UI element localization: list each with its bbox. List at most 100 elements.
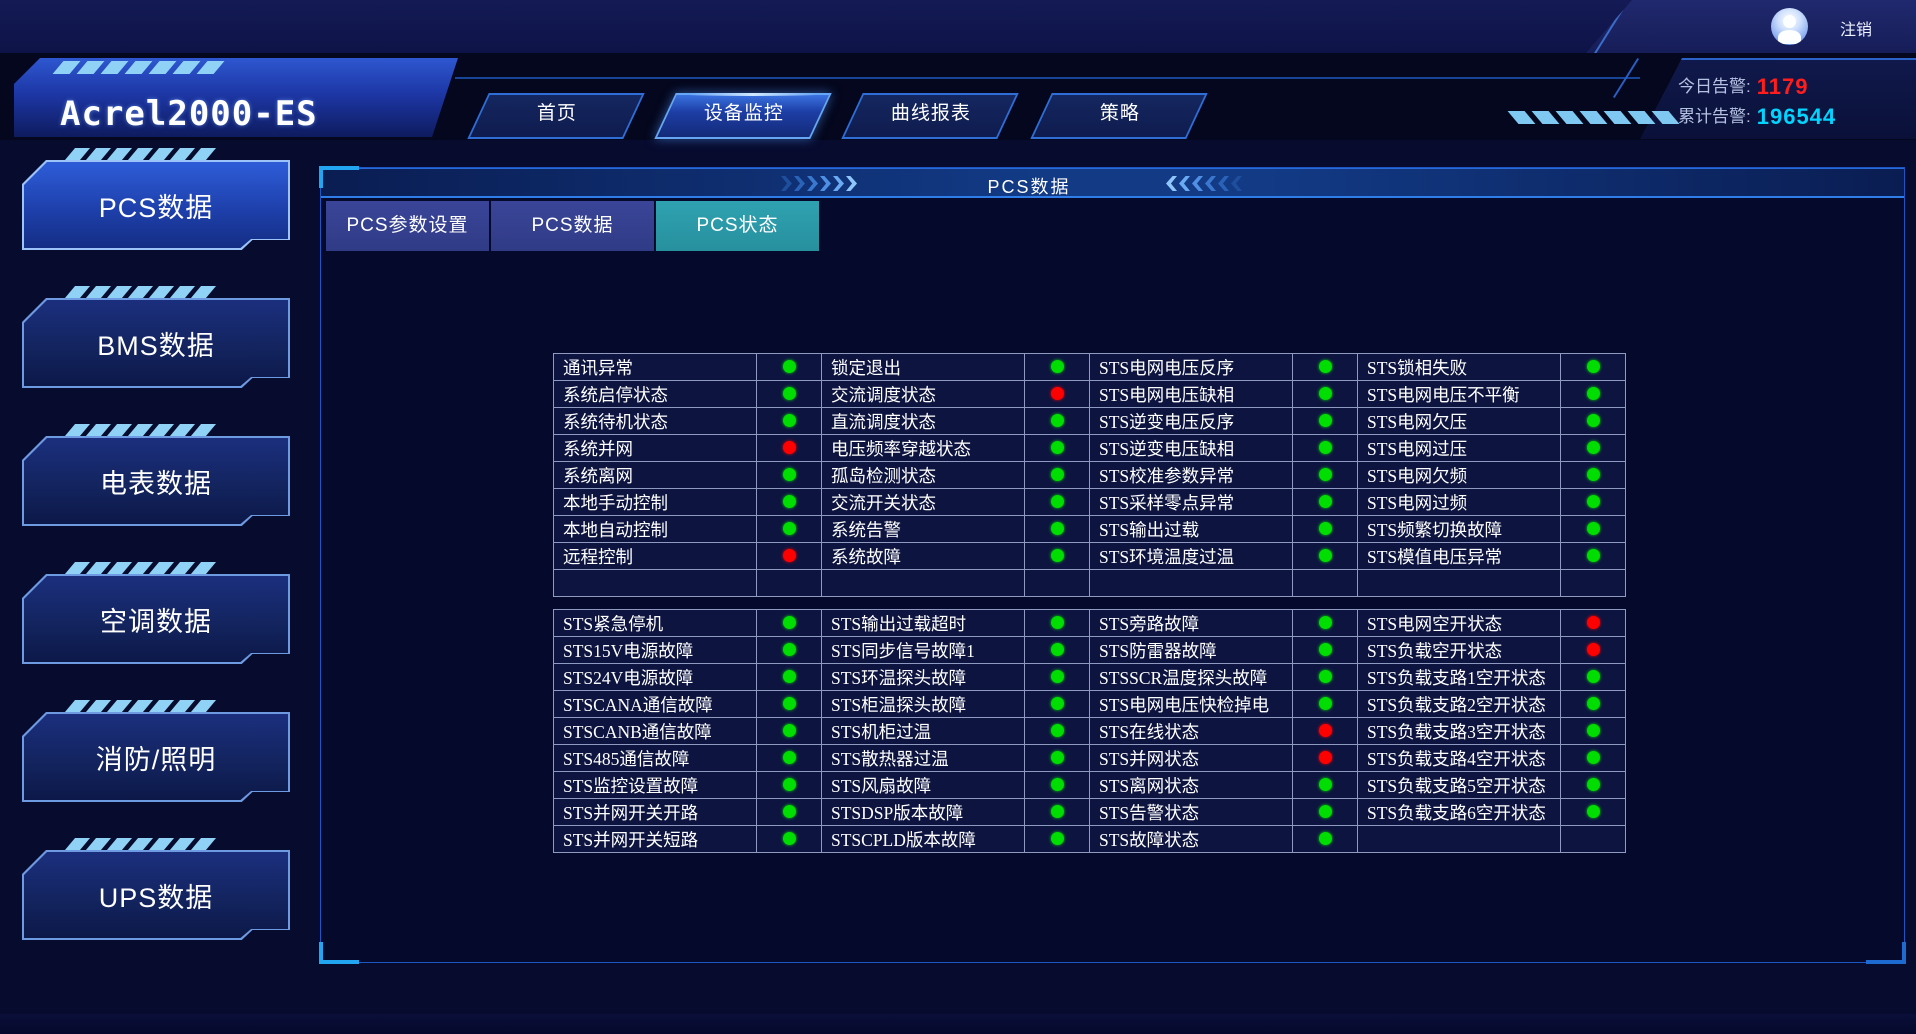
status-label-cell — [554, 570, 757, 597]
status-dot-cell — [1025, 489, 1090, 516]
status-dot-green — [1319, 468, 1332, 481]
status-label-cell: STSSCR温度探头故障 — [1090, 664, 1293, 691]
sidebar-button[interactable]: 电表数据 — [22, 436, 290, 526]
status-dot-cell — [1561, 826, 1626, 853]
sidebar-button[interactable]: PCS数据 — [22, 160, 290, 250]
status-dot-cell — [1561, 772, 1626, 799]
status-label-cell: STS在线状态 — [1090, 718, 1293, 745]
status-label-cell: STS并网开关开路 — [554, 799, 757, 826]
status-dot-red — [1051, 387, 1064, 400]
table-row: STSCANB通信故障STS机柜过温STS在线状态STS负载支路3空开状态 — [554, 718, 1626, 745]
nav-tab-2[interactable]: 设备监控 — [654, 93, 831, 139]
status-dot-cell — [757, 489, 822, 516]
status-dot-cell — [1025, 718, 1090, 745]
table-row: STS15V电源故障STS同步信号故障1STS防雷器故障STS负载空开状态 — [554, 637, 1626, 664]
status-label-cell: STS锁相失败 — [1358, 354, 1561, 381]
status-dot-green — [783, 778, 796, 791]
panel-tab-1[interactable]: PCS参数设置 — [326, 201, 489, 251]
hazard-stripes-sidebar — [70, 148, 211, 160]
table-row — [554, 570, 1626, 597]
status-label-cell: STS紧急停机 — [554, 610, 757, 637]
status-label-cell: STS并网开关短路 — [554, 826, 757, 853]
status-dot-green — [1051, 670, 1064, 683]
status-dot-green — [783, 616, 796, 629]
panel-tab-3[interactable]: PCS状态 — [656, 201, 819, 251]
panel-tab-2[interactable]: PCS数据 — [491, 201, 654, 251]
status-dot-green — [1587, 387, 1600, 400]
status-dot-cell — [757, 354, 822, 381]
sidebar-button[interactable]: BMS数据 — [22, 298, 290, 388]
hazard-stripes-sidebar — [70, 286, 211, 298]
sidebar-item-4: 空调数据 — [22, 564, 290, 664]
status-label-cell: STS环温探头故障 — [822, 664, 1025, 691]
status-table-group-2: STS紧急停机STS输出过载超时STS旁路故障STS电网空开状态STS15V电源… — [553, 609, 1626, 853]
nav-tab-label: 首页 — [481, 95, 633, 133]
user-avatar-icon[interactable] — [1771, 8, 1808, 45]
status-dot-green — [1587, 549, 1600, 562]
status-dot-green — [1051, 805, 1064, 818]
logout-button[interactable]: 注销 — [1840, 16, 1872, 40]
sidebar-item-label: 电表数据 — [100, 462, 212, 501]
nav-tab-3[interactable]: 曲线报表 — [841, 93, 1018, 139]
status-dot-green — [1319, 414, 1332, 427]
status-dot-green — [1319, 616, 1332, 629]
status-dot-green — [1051, 468, 1064, 481]
status-dot-green — [1051, 724, 1064, 737]
status-label-cell: STS旁路故障 — [1090, 610, 1293, 637]
sidebar-button[interactable]: UPS数据 — [22, 850, 290, 940]
table-row: 本地手动控制交流开关状态STS采样零点异常STS电网过频 — [554, 489, 1626, 516]
status-dot-cell — [1293, 691, 1358, 718]
hazard-stripes-logo — [58, 61, 219, 74]
hazard-stripe — [1556, 111, 1584, 124]
table-row: 系统并网电压频率穿越状态STS逆变电压缺相STS电网过压 — [554, 435, 1626, 462]
status-dot-cell — [1025, 610, 1090, 637]
status-dot-green — [1319, 697, 1332, 710]
sidebar-button-fill: PCS数据 — [24, 162, 288, 248]
nav-tab-4[interactable]: 策略 — [1030, 93, 1207, 139]
status-label-cell: STS逆变电压缺相 — [1090, 435, 1293, 462]
status-dot-green — [783, 832, 796, 845]
hazard-stripe — [191, 424, 216, 436]
status-dot-green — [1319, 387, 1332, 400]
status-label-cell: STS电网电压缺相 — [1090, 381, 1293, 408]
sidebar-item-label: UPS数据 — [99, 876, 214, 915]
status-label-cell: 系统故障 — [822, 543, 1025, 570]
hazard-stripe — [191, 838, 216, 850]
status-dot-green — [1319, 441, 1332, 454]
status-dot-green — [1587, 495, 1600, 508]
status-label-cell: STS并网状态 — [1090, 745, 1293, 772]
panel-corner-accent — [319, 166, 359, 188]
status-dot-cell — [1293, 664, 1358, 691]
status-dot-green — [1319, 805, 1332, 818]
status-dot-green — [1051, 643, 1064, 656]
nav-tab-1[interactable]: 首页 — [467, 93, 644, 139]
hazard-stripe — [191, 286, 216, 298]
sidebar-item-6: UPS数据 — [22, 840, 290, 940]
status-label-cell: 本地手动控制 — [554, 489, 757, 516]
status-dot-green — [1051, 360, 1064, 373]
status-dot-green — [1051, 697, 1064, 710]
status-label-cell: STS柜温探头故障 — [822, 691, 1025, 718]
hazard-stripe — [173, 61, 201, 74]
status-dot-cell — [1561, 354, 1626, 381]
chevron-icon — [820, 176, 831, 191]
status-label-cell — [1358, 570, 1561, 597]
status-dot-cell — [1293, 799, 1358, 826]
status-dot-cell — [757, 826, 822, 853]
status-dot-red — [1587, 616, 1600, 629]
status-dot-red — [1587, 643, 1600, 656]
sidebar-button[interactable]: 空调数据 — [22, 574, 290, 664]
status-dot-green — [783, 697, 796, 710]
status-dot-cell — [757, 435, 822, 462]
status-label-cell: 直流调度状态 — [822, 408, 1025, 435]
status-dot-cell — [757, 543, 822, 570]
status-label-cell: STS电网过压 — [1358, 435, 1561, 462]
table-row: STS监控设置故障STS风扇故障STS离网状态STS负载支路5空开状态 — [554, 772, 1626, 799]
sidebar-button[interactable]: 消防/照明 — [22, 712, 290, 802]
status-label-cell: 交流调度状态 — [822, 381, 1025, 408]
status-dot-cell — [1025, 570, 1090, 597]
status-dot-cell — [757, 610, 822, 637]
status-dot-green — [1051, 549, 1064, 562]
status-dot-cell — [1561, 381, 1626, 408]
chevron-icon — [781, 176, 792, 191]
